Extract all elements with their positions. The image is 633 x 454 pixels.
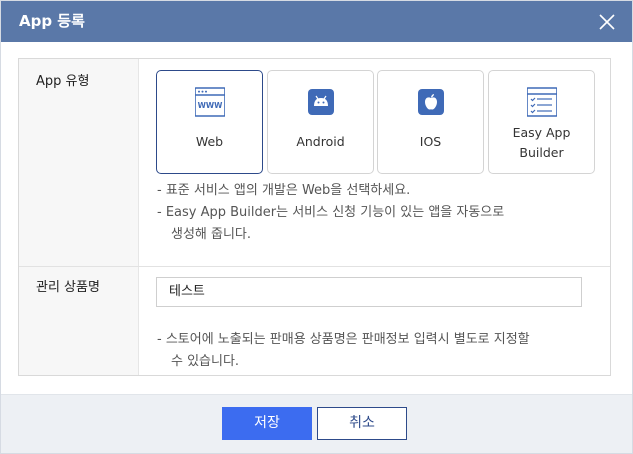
help-line: - 표준 서비스 앱의 개발은 Web을 선택하세요. (157, 183, 411, 198)
help-line: - Easy App Builder는 서비스 신청 기능이 있는 앱을 자동으… (157, 205, 505, 220)
dialog-body: App 유형 WWW Web Android IOS Easy App Buil… (1, 42, 632, 394)
option-label-android: Android (296, 134, 345, 149)
app-type-option-ios[interactable]: IOS (377, 70, 484, 174)
app-type-option-web[interactable]: WWW Web (156, 70, 263, 174)
help-line: 수 있습니다. (171, 354, 240, 369)
option-label-web: Web (195, 134, 224, 149)
help-line: - 스토어에 노출되는 판매용 상품명은 판매정보 입력시 별도로 지정할 (157, 332, 530, 347)
app-type-label: App 유형 (36, 74, 90, 89)
svg-text:WWW: WWW (198, 101, 224, 110)
product-name-input[interactable]: 테스트 (156, 277, 582, 307)
label-column (19, 59, 139, 375)
dialog-title: App 등록 (19, 12, 85, 30)
dialog-titlebar: App 등록 (1, 1, 632, 42)
option-label-ios: IOS (419, 134, 442, 149)
option-label-easy-app: Easy App (512, 125, 571, 140)
cancel-button[interactable]: 취소 (317, 407, 407, 440)
app-type-option-easy-app-builder[interactable]: Easy App Builder (488, 70, 595, 174)
app-form: App 유형 WWW Web Android IOS Easy App Buil… (18, 58, 611, 376)
row-divider (19, 266, 610, 267)
save-button[interactable]: 저장 (222, 407, 312, 440)
app-type-option-android[interactable]: Android (267, 70, 374, 174)
apple-icon (418, 89, 444, 115)
web-browser-icon: WWW (195, 87, 225, 117)
option-label-builder: Builder (519, 145, 564, 160)
product-name-help: - 스토어에 노출되는 판매용 상품명은 판매정보 입력시 별도로 지정할 수 … (157, 329, 530, 373)
close-icon[interactable] (597, 12, 617, 32)
dialog-footer: 저장 취소 (1, 394, 632, 453)
product-name-label: 관리 상품명 (36, 280, 100, 295)
app-register-dialog: App 등록 App 유형 WWW Web Android IOS Easy A… (0, 0, 633, 454)
checklist-icon (527, 87, 557, 117)
app-type-help: - 표준 서비스 앱의 개발은 Web을 선택하세요. - Easy App B… (157, 180, 504, 246)
help-line: 생성해 줍니다. (171, 227, 252, 242)
android-icon (308, 89, 334, 115)
